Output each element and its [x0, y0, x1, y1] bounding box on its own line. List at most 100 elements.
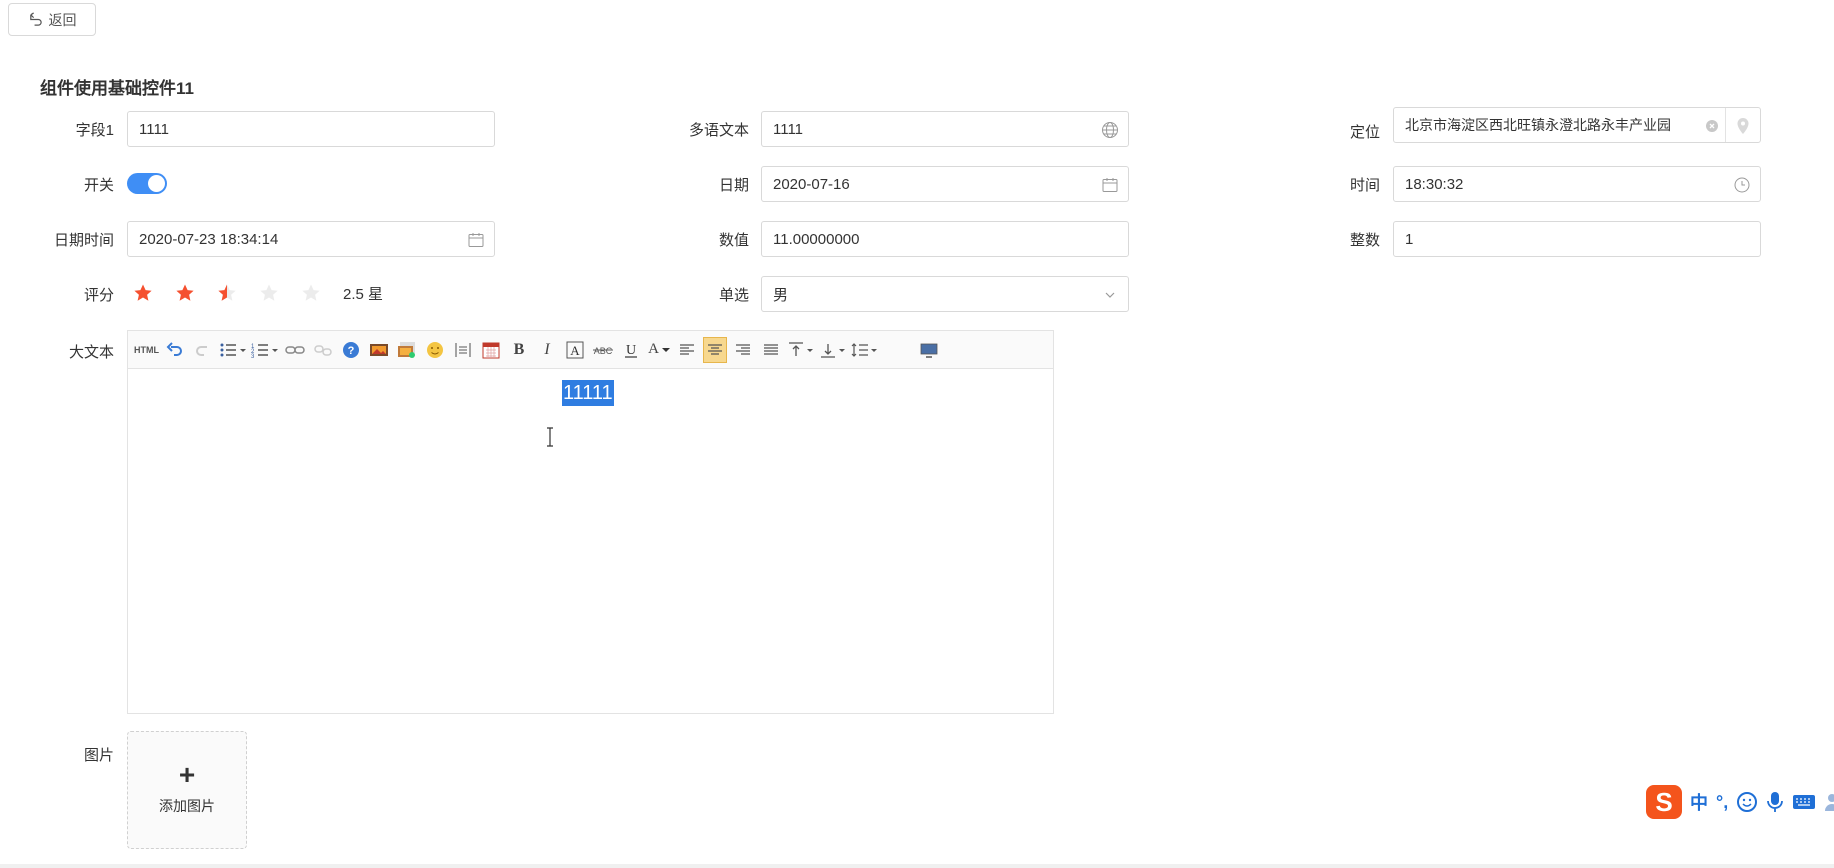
- switch-label: 开关: [83, 177, 114, 194]
- undo-icon[interactable]: [163, 337, 187, 363]
- numbered-list-icon[interactable]: 123: [251, 337, 279, 363]
- field1-label: 字段1: [75, 122, 114, 139]
- editor-toolbar: HTML 123 ? B I A ABC U A: [128, 331, 1053, 369]
- add-image-label: 添加图片: [159, 798, 215, 814]
- editor-selected-text: 11111: [562, 380, 614, 406]
- insert-date-icon[interactable]: [479, 337, 503, 363]
- star-empty-icon[interactable]: [259, 283, 279, 303]
- line-height-icon[interactable]: [851, 337, 879, 363]
- image-icon[interactable]: [367, 337, 391, 363]
- date-input[interactable]: 2020-07-16: [761, 166, 1129, 202]
- number-value: 11.00000000: [773, 230, 860, 248]
- rating-text: 2.5 星: [343, 286, 384, 303]
- location-divider: [1725, 108, 1726, 142]
- rich-text-editor[interactable]: HTML 123 ? B I A ABC U A 11111: [127, 330, 1054, 714]
- back-arrow-icon: [29, 12, 42, 26]
- align-center-icon[interactable]: [703, 336, 727, 363]
- preview-icon[interactable]: [917, 337, 941, 363]
- integer-label: 整数: [1349, 232, 1380, 249]
- link-icon[interactable]: [283, 337, 307, 363]
- datetime-input[interactable]: 2020-07-23 18:34:14: [127, 221, 495, 257]
- integer-value: 1: [1405, 230, 1414, 248]
- italic-button[interactable]: I: [535, 337, 559, 363]
- date-label: 日期: [718, 177, 749, 194]
- editor-content[interactable]: 11111: [128, 369, 1053, 713]
- time-input[interactable]: 18:30:32: [1393, 166, 1761, 202]
- bold-button[interactable]: B: [507, 337, 531, 363]
- page-title: 组件使用基础控件11: [40, 79, 194, 98]
- calendar-icon[interactable]: [467, 231, 485, 249]
- star-empty-icon[interactable]: [301, 283, 321, 303]
- single-select-label: 单选: [718, 287, 749, 304]
- chevron-down-icon: [1105, 292, 1115, 298]
- plus-icon: +: [178, 759, 196, 790]
- toggle-switch[interactable]: [127, 173, 167, 194]
- row-spacing-top-icon[interactable]: [787, 337, 815, 363]
- microphone-icon[interactable]: [1766, 791, 1784, 813]
- bullet-list-icon[interactable]: [219, 337, 247, 363]
- time-value: 18:30:32: [1405, 175, 1464, 193]
- bigtext-label: 大文本: [68, 344, 114, 361]
- unlink-icon[interactable]: [311, 337, 335, 363]
- multi-image-icon[interactable]: [395, 337, 419, 363]
- svg-text:ABC: ABC: [594, 346, 613, 356]
- back-button[interactable]: 返回: [8, 3, 96, 36]
- smiley-icon[interactable]: [1736, 791, 1758, 813]
- rating-stars[interactable]: [133, 283, 321, 303]
- ime-toolbar: S 中 °,: [1646, 784, 1834, 820]
- datetime-value: 2020-07-23 18:34:14: [139, 230, 279, 248]
- row-spacing-bottom-icon[interactable]: [819, 337, 847, 363]
- align-right-icon[interactable]: [731, 337, 755, 363]
- svg-text:U: U: [626, 343, 636, 358]
- star-icon[interactable]: [175, 283, 195, 303]
- strikethrough-icon[interactable]: ABC: [591, 337, 615, 363]
- clock-icon[interactable]: [1733, 176, 1751, 194]
- text-cursor-icon: [547, 427, 553, 447]
- multilang-input[interactable]: 1111: [761, 111, 1129, 147]
- page-break-icon[interactable]: [451, 337, 475, 363]
- field1-value: 1111: [139, 120, 170, 138]
- image-label: 图片: [83, 747, 114, 764]
- keyboard-icon[interactable]: [1792, 792, 1816, 812]
- star-icon[interactable]: [133, 283, 153, 303]
- field1-input[interactable]: 1111: [127, 111, 495, 147]
- help-icon[interactable]: ?: [339, 337, 363, 363]
- dropdown-caret-icon: [661, 347, 670, 352]
- single-select[interactable]: 男: [761, 276, 1129, 312]
- font-color-label: A: [648, 341, 659, 357]
- svg-text:?: ?: [348, 345, 355, 357]
- ime-mode[interactable]: 中: [1690, 789, 1708, 815]
- ime-punct[interactable]: °,: [1716, 792, 1728, 813]
- location-value: 北京市海淀区西北旺镇永澄北路永丰产业园: [1405, 117, 1671, 133]
- clear-icon[interactable]: [1706, 120, 1718, 132]
- add-image-button[interactable]: + 添加图片: [127, 731, 247, 849]
- sogou-logo[interactable]: S: [1646, 785, 1682, 819]
- single-select-value: 男: [773, 286, 789, 304]
- align-justify-icon[interactable]: [759, 337, 783, 363]
- time-label: 时间: [1349, 177, 1380, 194]
- bottom-bar: [0, 864, 1834, 868]
- underline-icon[interactable]: U: [619, 337, 643, 363]
- calendar-icon[interactable]: [1101, 176, 1119, 194]
- svg-text:3: 3: [251, 354, 255, 359]
- text-border-icon[interactable]: A: [563, 337, 587, 363]
- multilang-value: 1111: [773, 120, 804, 138]
- emoji-icon[interactable]: [423, 337, 447, 363]
- number-input[interactable]: 11.00000000: [761, 221, 1129, 257]
- star-half-icon[interactable]: [217, 283, 237, 303]
- globe-icon[interactable]: [1101, 121, 1119, 139]
- integer-input[interactable]: 1: [1393, 221, 1761, 257]
- align-left-icon[interactable]: [675, 337, 699, 363]
- location-input[interactable]: 北京市海淀区西北旺镇永澄北路永丰产业园: [1393, 107, 1761, 143]
- location-label: 定位: [1349, 124, 1380, 141]
- switch-knob: [148, 175, 165, 192]
- font-color-button[interactable]: A: [647, 337, 671, 363]
- number-label: 数值: [718, 232, 749, 249]
- html-source-button[interactable]: HTML: [134, 337, 159, 363]
- datetime-label: 日期时间: [53, 232, 114, 249]
- rating-label: 评分: [83, 287, 114, 304]
- redo-icon[interactable]: [191, 337, 215, 363]
- multilang-label: 多语文本: [688, 122, 749, 139]
- location-pin-icon[interactable]: [1735, 117, 1751, 135]
- user-icon[interactable]: [1824, 792, 1834, 812]
